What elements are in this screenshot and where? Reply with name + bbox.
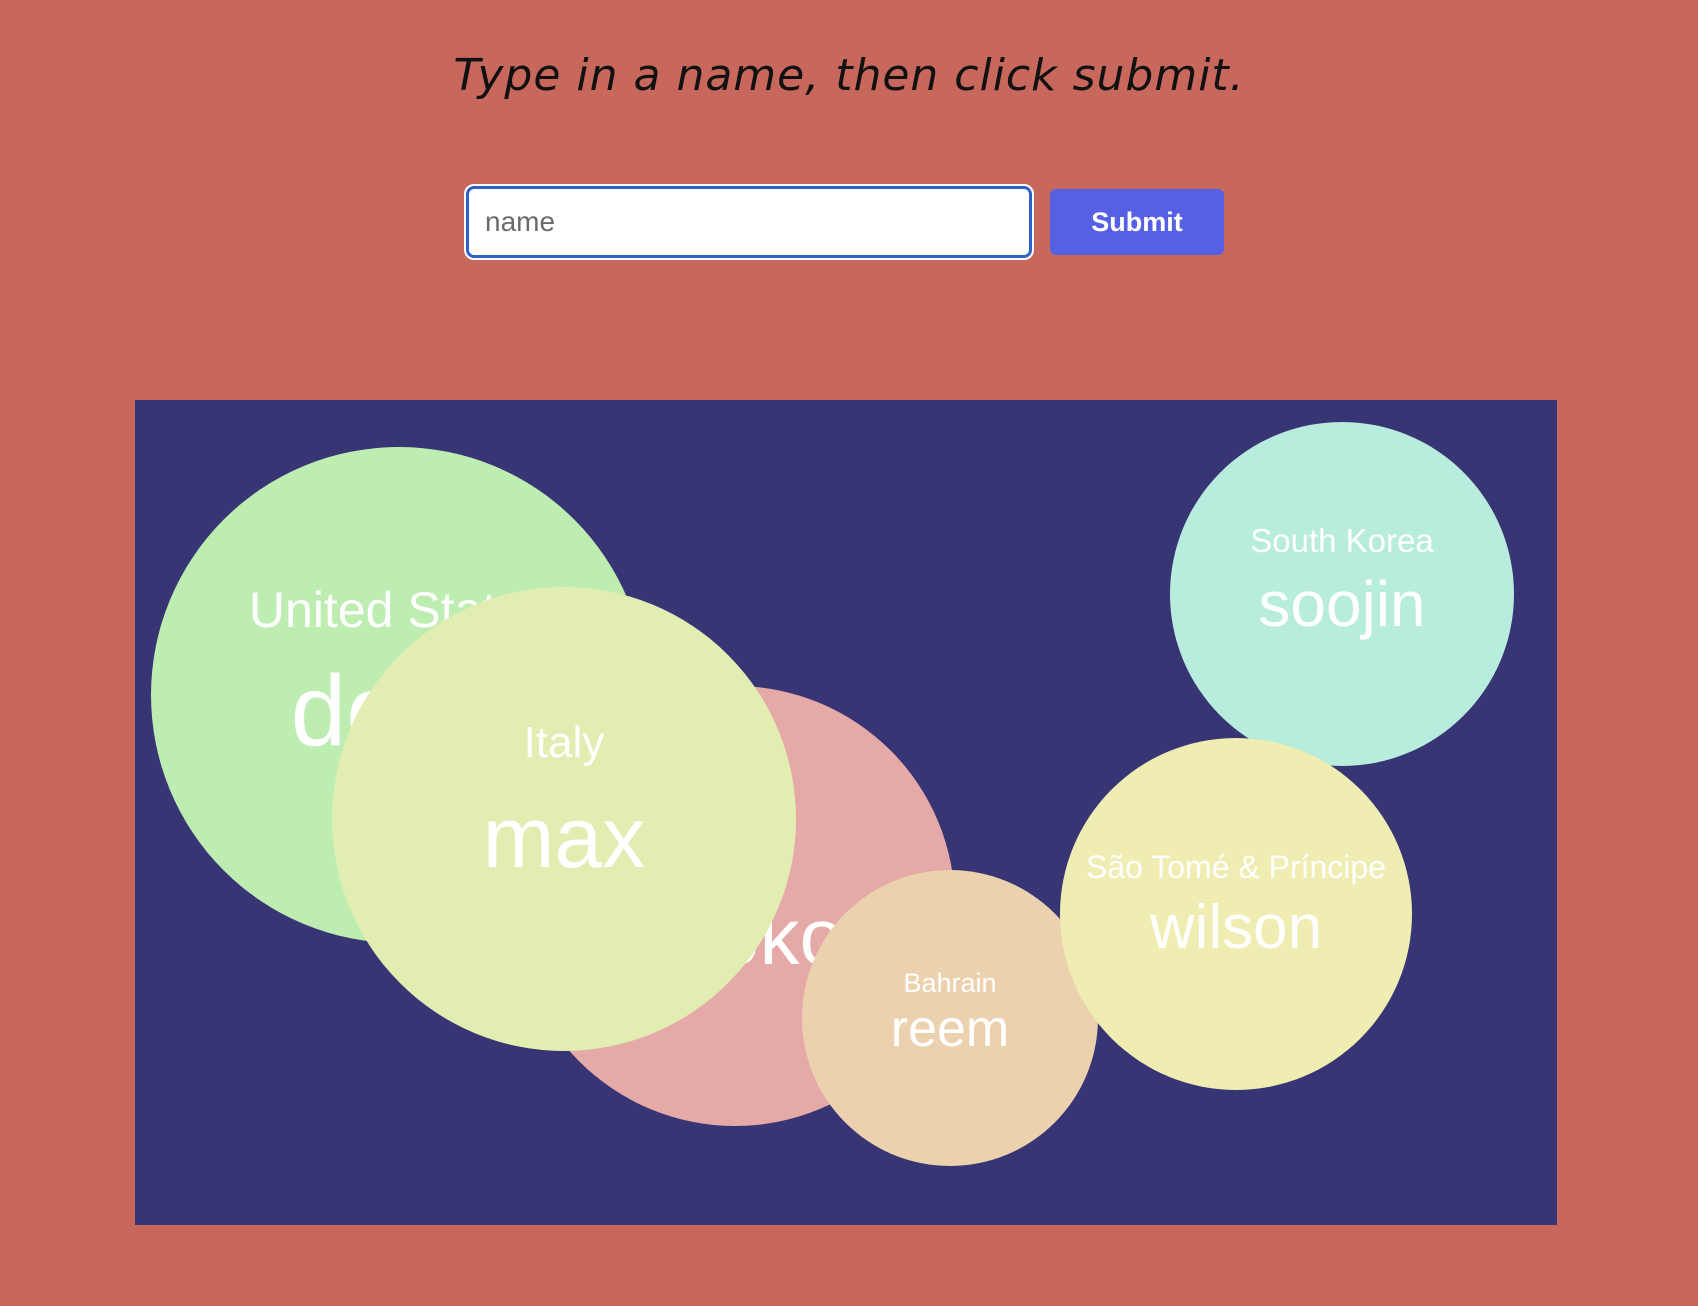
bubble-name-label: wilson bbox=[1149, 893, 1322, 962]
page-title: Type in a name, then click submit. bbox=[453, 50, 1245, 101]
submit-button[interactable]: Submit bbox=[1050, 189, 1224, 255]
bubble-sao-tome: São Tomé & Príncipe wilson bbox=[1060, 738, 1412, 1090]
bubble-chart: United StatesdorisSouth KoreasoojinJapan… bbox=[151, 422, 1514, 1166]
bubble-name-label: soojin bbox=[1258, 568, 1425, 640]
bubble-italy: Italy max bbox=[332, 587, 796, 1051]
page: Type in a name, then click submit. Submi… bbox=[0, 0, 1698, 1306]
bubble-country-label: Bahrain bbox=[903, 968, 996, 998]
bubble-name-label: reem bbox=[891, 1000, 1009, 1058]
name-input[interactable] bbox=[464, 184, 1034, 260]
bubble-country-label: South Korea bbox=[1250, 522, 1434, 559]
bubble-name-label: max bbox=[483, 790, 645, 886]
name-form: Submit bbox=[464, 184, 1224, 260]
bubble-canvas: United StatesdorisSouth KoreasoojinJapan… bbox=[135, 400, 1557, 1225]
bubble-country-label: Italy bbox=[524, 718, 605, 767]
bubble-bahrain: Bahrainreem bbox=[802, 870, 1098, 1166]
bubble-country-label: São Tomé & Príncipe bbox=[1086, 849, 1386, 885]
bubble-south-korea: South Korea soojin bbox=[1170, 422, 1514, 766]
